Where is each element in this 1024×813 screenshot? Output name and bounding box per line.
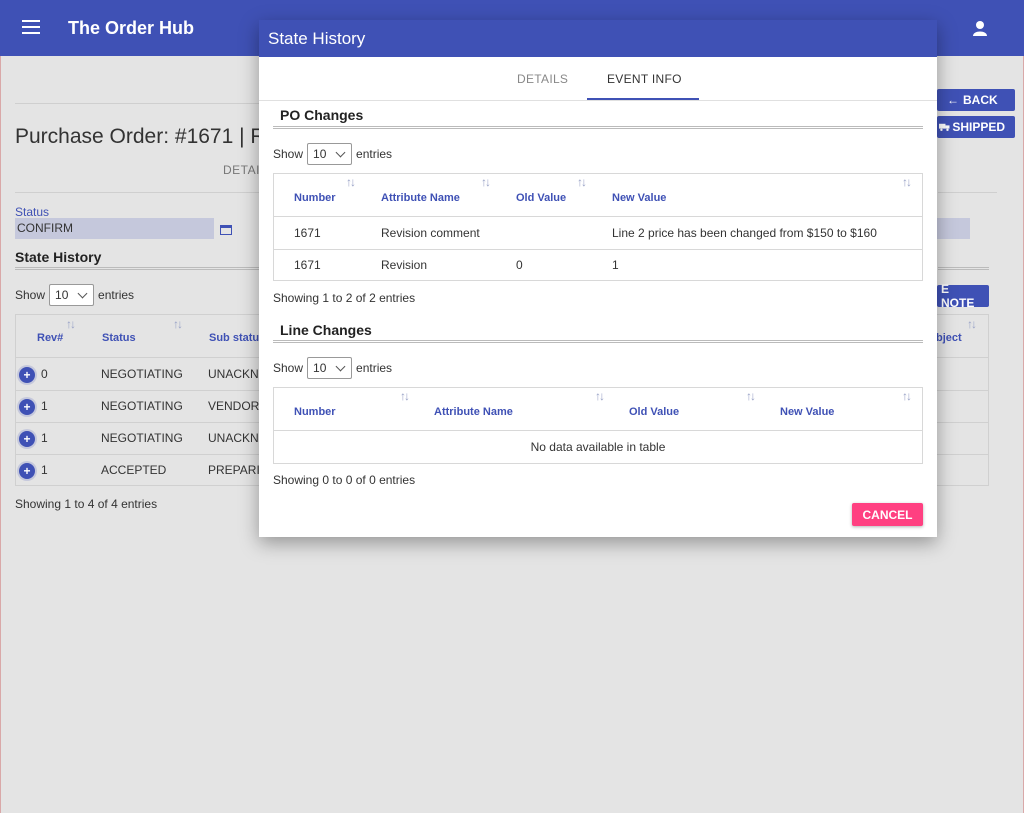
cancel-button[interactable]: CANCEL [852, 503, 923, 526]
expand-icon[interactable]: + [19, 367, 35, 383]
column-header-number[interactable]: Number [294, 406, 336, 418]
column-header-new-value[interactable]: New Value [612, 192, 666, 204]
line-page-size-select[interactable]: 10 [307, 357, 353, 379]
active-tab-indicator [587, 98, 699, 100]
expand-icon[interactable]: + [19, 399, 35, 415]
back-button[interactable]: ← BACK [937, 89, 1015, 111]
expand-icon[interactable]: + [19, 463, 35, 479]
truck-icon [939, 123, 950, 132]
menu-icon[interactable] [22, 20, 40, 34]
po-table-info: Showing 1 to 2 of 2 entries [273, 291, 416, 305]
expand-icon[interactable]: + [19, 431, 35, 447]
po-changes-table: ↑↓ ↑↓ ↑↓ ↑↓ Number Attribute Name Old Va… [273, 173, 923, 281]
status-field[interactable]: CONFIRM [15, 218, 214, 239]
sort-icon[interactable]: ↑↓ [481, 175, 491, 189]
section-title: State History [15, 249, 102, 265]
column-header-attribute-name[interactable]: Attribute Name [381, 192, 460, 204]
sort-icon[interactable]: ↑↓ [577, 175, 587, 189]
column-header-new-value[interactable]: New Value [780, 406, 834, 418]
sort-icon[interactable]: ↑↓ [66, 317, 76, 331]
tab-event-info[interactable]: EVENT INFO [607, 72, 682, 86]
column-header-object[interactable]: bject [936, 332, 962, 344]
tab-details-bg[interactable]: DETAI [223, 163, 260, 177]
column-header-old-value[interactable]: Old Value [629, 406, 679, 418]
line-page-size-control: Show 10 entries [273, 357, 392, 379]
sort-icon[interactable]: ↑↓ [346, 175, 356, 189]
column-header-number[interactable]: Number [294, 192, 336, 204]
dialog-tabs: DETAILS EVENT INFO [259, 57, 937, 101]
sort-icon[interactable]: ↑↓ [595, 389, 605, 403]
dialog-title: State History [259, 20, 937, 57]
tab-details[interactable]: DETAILS [517, 72, 568, 86]
column-header-rev[interactable]: Rev# [37, 332, 63, 344]
column-header-attribute-name[interactable]: Attribute Name [434, 406, 513, 418]
status-label: Status [15, 205, 50, 219]
shipped-button[interactable]: SHIPPED [937, 116, 1015, 138]
account-icon[interactable] [972, 20, 988, 36]
empty-table-message: No data available in table [530, 440, 666, 454]
page-size-control: Show 10 entries [15, 284, 134, 306]
state-history-dialog: State History DETAILS EVENT INFO PO Chan… [259, 20, 937, 537]
sort-icon[interactable]: ↑↓ [400, 389, 410, 403]
page-size-select[interactable]: 10 [49, 284, 95, 306]
sort-icon[interactable]: ↑↓ [902, 175, 912, 189]
sort-icon[interactable]: ↑↓ [902, 389, 912, 403]
column-header-status[interactable]: Status [102, 332, 136, 344]
add-note-button[interactable]: E NOTE [937, 282, 989, 310]
date-field[interactable] [935, 218, 970, 239]
sort-icon[interactable]: ↑↓ [967, 317, 977, 331]
column-header-sub-status[interactable]: Sub status [209, 332, 265, 344]
po-page-size-select[interactable]: 10 [307, 143, 353, 165]
arrow-left-icon: ← [947, 93, 959, 107]
line-changes-table: ↑↓ ↑↓ ↑↓ ↑↓ Number Attribute Name Old Va… [273, 387, 923, 464]
sort-icon[interactable]: ↑↓ [746, 389, 756, 403]
line-changes-title: Line Changes [280, 322, 372, 338]
table-info: Showing 1 to 4 of 4 entries [15, 497, 158, 511]
line-table-info: Showing 0 to 0 of 0 entries [273, 473, 416, 487]
calendar-icon[interactable] [220, 225, 232, 235]
column-header-old-value[interactable]: Old Value [516, 192, 566, 204]
page-title: Purchase Order: #1671 | Re [15, 125, 265, 148]
app-title: The Order Hub [68, 18, 195, 38]
po-page-size-control: Show 10 entries [273, 143, 392, 165]
sort-icon[interactable]: ↑↓ [173, 317, 183, 331]
po-changes-title: PO Changes [280, 107, 364, 123]
